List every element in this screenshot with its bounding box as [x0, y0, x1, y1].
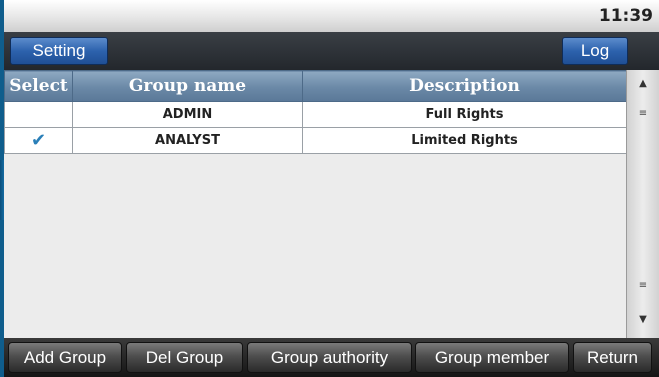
group-member-button[interactable]: Group member: [415, 342, 569, 373]
scroll-up-icon[interactable]: ▲: [627, 78, 659, 89]
table-header-row: Select Group name Description: [4, 70, 627, 102]
scroll-grip-icon[interactable]: ≡: [627, 108, 659, 119]
group-name-cell[interactable]: ADMIN: [72, 101, 303, 128]
setting-button[interactable]: Setting: [10, 37, 108, 65]
column-header-group-name[interactable]: Group name: [72, 70, 303, 102]
scroll-down-icon[interactable]: ▼: [627, 314, 659, 325]
group-name-cell[interactable]: ANALYST: [72, 127, 303, 154]
column-header-select[interactable]: Select: [4, 70, 73, 102]
scroll-grip-icon[interactable]: ≡: [627, 280, 659, 291]
log-button[interactable]: Log: [562, 37, 628, 65]
checkmark-icon: ✔: [30, 130, 47, 151]
clock-time: 11:39: [598, 6, 653, 26]
add-group-button[interactable]: Add Group: [8, 342, 122, 373]
select-cell[interactable]: ✔: [4, 127, 73, 154]
hmi-screen: 11:39 Setting Log Select Group name Desc…: [4, 0, 659, 377]
vertical-scrollbar[interactable]: ▲ ≡ ≡ ▼: [626, 70, 659, 338]
group-table-area: Select Group name Description ADMIN Full…: [4, 70, 627, 338]
group-authority-button[interactable]: Group authority: [247, 342, 412, 373]
del-group-button[interactable]: Del Group: [126, 342, 243, 373]
return-button[interactable]: Return: [573, 342, 652, 373]
action-bar: Add Group Del Group Group authority Grou…: [4, 338, 659, 377]
column-header-description[interactable]: Description: [302, 70, 627, 102]
select-cell[interactable]: [4, 101, 73, 128]
description-cell[interactable]: Limited Rights: [302, 127, 627, 154]
table-row[interactable]: ADMIN Full Rights: [4, 101, 627, 128]
table-row[interactable]: ✔ ANALYST Limited Rights: [4, 127, 627, 154]
group-table: Select Group name Description ADMIN Full…: [4, 70, 627, 154]
status-bar: 11:39: [4, 0, 659, 32]
description-cell[interactable]: Full Rights: [302, 101, 627, 128]
top-toolbar: Setting Log: [4, 32, 659, 70]
